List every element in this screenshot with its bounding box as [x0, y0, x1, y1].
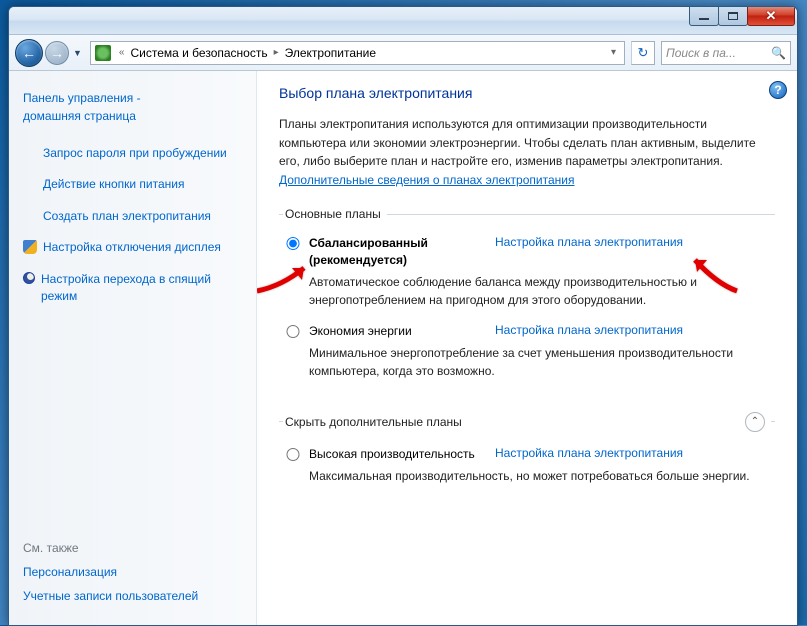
- titlebar: ✕: [9, 7, 797, 35]
- sidebar-item-password-on-wake[interactable]: Запрос пароля при пробуждении: [23, 145, 242, 162]
- moon-icon: [23, 272, 35, 284]
- breadcrumb-item-power[interactable]: Электропитание: [285, 46, 376, 60]
- forward-arrow-icon: →: [50, 45, 64, 61]
- navigation-bar: ← → ▼ « Система и безопасность ▸ Электро…: [9, 35, 797, 71]
- additional-plans-legend: Скрыть дополнительные планы ⌃: [283, 412, 771, 432]
- control-panel-home-link[interactable]: Панель управления -домашняя страница: [23, 89, 242, 125]
- see-also-section: См. также Персонализация Учетные записи …: [23, 541, 242, 613]
- search-placeholder: Поиск в па...: [666, 46, 736, 60]
- back-button[interactable]: ←: [15, 39, 43, 67]
- breadcrumb-sep-icon: «: [115, 47, 129, 58]
- search-input[interactable]: Поиск в па... 🔍: [661, 41, 791, 65]
- plan-saver-radio[interactable]: [283, 325, 303, 338]
- main-plans-legend: Основные планы: [283, 207, 387, 221]
- shield-icon: [23, 240, 37, 254]
- control-panel-window: ✕ ← → ▼ « Система и безопасность ▸ Элект…: [8, 6, 798, 626]
- plan-high-perf-settings-link[interactable]: Настройка плана электропитания: [495, 446, 771, 460]
- nav-arrows: ← → ▼: [15, 39, 84, 67]
- sidebar-item-power-button-action[interactable]: Действие кнопки питания: [23, 176, 242, 193]
- plan-balanced-settings-link[interactable]: Настройка плана электропитания: [495, 235, 771, 249]
- breadcrumb[interactable]: « Система и безопасность ▸ Электропитани…: [90, 41, 625, 65]
- chevron-up-icon: ⌃: [751, 416, 759, 427]
- plan-balanced-desc: Автоматическое соблюдение баланса между …: [309, 273, 771, 309]
- sidebar: Панель управления -домашняя страница Зап…: [9, 71, 257, 625]
- plan-high-perf-radio[interactable]: [283, 448, 303, 461]
- help-icon[interactable]: ?: [769, 81, 787, 99]
- main-plans-group: Основные планы Сбалансированный (рекомен…: [279, 207, 775, 403]
- plan-balanced-name[interactable]: Сбалансированный (рекомендуется): [309, 235, 489, 269]
- minimize-button[interactable]: [689, 6, 719, 26]
- see-also-title: См. также: [23, 541, 242, 555]
- window-controls: ✕: [690, 6, 795, 34]
- breadcrumb-sep-icon: ▸: [270, 47, 283, 58]
- close-icon: ✕: [766, 8, 777, 24]
- sidebar-item-create-plan[interactable]: Создать план электропитания: [23, 208, 242, 225]
- maximize-icon: [728, 12, 738, 20]
- sidebar-links: Запрос пароля при пробуждении Действие к…: [23, 145, 242, 305]
- minimize-icon: [699, 18, 709, 20]
- plan-high-perf-desc: Максимальная производительность, но може…: [309, 467, 771, 485]
- sidebar-item-display-off[interactable]: Настройка отключения дисплея: [23, 239, 242, 256]
- refresh-icon: ↻: [638, 45, 649, 61]
- main-content: ? Выбор плана электропитания Планы элект…: [257, 71, 797, 625]
- maximize-button[interactable]: [718, 6, 748, 26]
- breadcrumb-item-system[interactable]: Система и безопасность: [130, 46, 267, 60]
- plan-balanced: Сбалансированный (рекомендуется) Настрой…: [283, 235, 771, 319]
- back-arrow-icon: ←: [22, 45, 36, 61]
- content-body: Панель управления -домашняя страница Зап…: [9, 71, 797, 625]
- refresh-button[interactable]: ↻: [631, 41, 655, 65]
- plan-balanced-radio[interactable]: [283, 237, 303, 250]
- history-dropdown-icon[interactable]: ▼: [71, 48, 84, 58]
- collapse-button[interactable]: ⌃: [745, 412, 765, 432]
- plan-high-perf: Высокая производительность Настройка пла…: [283, 446, 771, 495]
- sidebar-item-sleep-settings[interactable]: Настройка перехода в спящий режим: [23, 271, 242, 306]
- see-also-user-accounts[interactable]: Учетные записи пользователей: [23, 589, 242, 603]
- forward-button[interactable]: →: [45, 41, 69, 65]
- see-also-personalization[interactable]: Персонализация: [23, 565, 242, 579]
- power-options-icon: [95, 45, 111, 61]
- search-icon: 🔍: [771, 46, 786, 60]
- plan-high-perf-name[interactable]: Высокая производительность: [309, 446, 489, 463]
- learn-more-link[interactable]: Дополнительные сведения о планах электро…: [279, 173, 574, 187]
- plan-saver: Экономия энергии Настройка плана электро…: [283, 323, 771, 390]
- page-title: Выбор плана электропитания: [279, 85, 775, 101]
- intro-paragraph: Планы электропитания используются для оп…: [279, 115, 775, 189]
- plan-saver-name[interactable]: Экономия энергии: [309, 323, 489, 340]
- plan-saver-desc: Минимальное энергопотребление за счет ум…: [309, 344, 771, 380]
- additional-plans-group: Скрыть дополнительные планы ⌃ Высокая пр…: [279, 412, 775, 509]
- breadcrumb-dropdown-icon[interactable]: ▾: [607, 47, 620, 58]
- plan-saver-settings-link[interactable]: Настройка плана электропитания: [495, 323, 771, 337]
- close-button[interactable]: ✕: [747, 6, 795, 26]
